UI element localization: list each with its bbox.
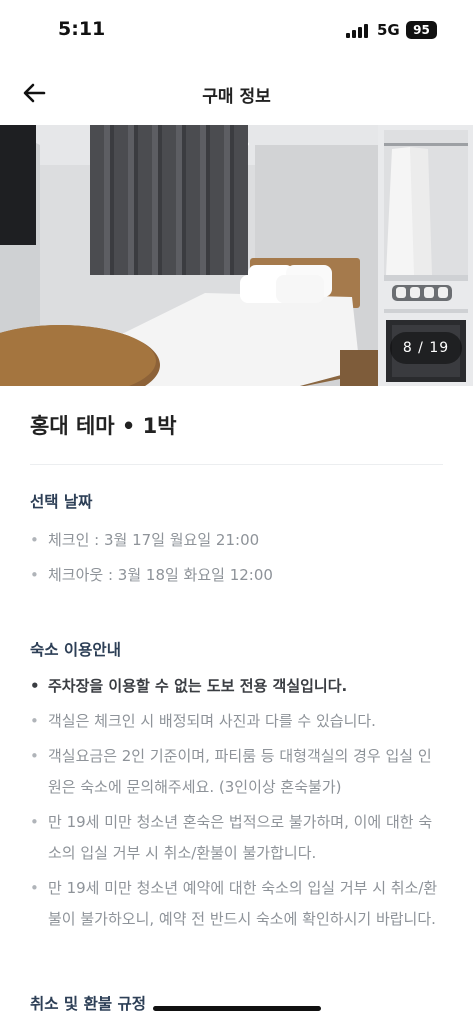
list-item: 주차장을 이용할 수 없는 도보 전용 객실입니다. xyxy=(30,671,443,702)
product-title: 홍대 테마 • 1박 xyxy=(30,414,177,438)
lodging-guide-heading: 숙소 이용안내 xyxy=(30,641,121,659)
status-bar: 5:11 5G 95 xyxy=(0,0,473,62)
cellular-signal-icon xyxy=(346,24,370,38)
lodging-guide-list: 주차장을 이용할 수 없는 도보 전용 객실입니다. 객실은 체크인 시 배정되… xyxy=(30,671,443,935)
cancellation-policy-heading: 취소 및 환불 규정 xyxy=(30,995,147,1013)
header: 구매 정보 xyxy=(0,62,473,124)
page-title: 구매 정보 xyxy=(202,87,271,107)
checkin-date: 체크인 : 3월 17일 월요일 21:00 xyxy=(30,525,443,556)
home-indicator xyxy=(153,1006,321,1011)
divider xyxy=(30,464,443,465)
selected-dates-list: 체크인 : 3월 17일 월요일 21:00 체크아웃 : 3월 18일 화요일… xyxy=(30,525,443,591)
list-item: 객실요금은 2인 기준이며, 파티룸 등 대형객실의 경우 입실 인원은 숙소에… xyxy=(30,741,443,803)
network-type: 5G xyxy=(377,21,400,39)
room-photo-carousel[interactable]: 8 / 19 xyxy=(0,125,473,386)
list-item: 객실은 체크인 시 배정되며 사진과 다를 수 있습니다. xyxy=(30,706,443,737)
battery-icon: 95 xyxy=(406,21,437,39)
status-time: 5:11 xyxy=(58,18,106,40)
list-item: 만 19세 미만 청소년 예약에 대한 숙소의 입실 거부 시 취소/환불이 불… xyxy=(30,873,443,935)
checkout-date: 체크아웃 : 3월 18일 화요일 12:00 xyxy=(30,560,443,591)
photo-counter: 8 / 19 xyxy=(390,332,462,364)
selected-dates-heading: 선택 날짜 xyxy=(30,493,93,511)
list-item: 만 19세 미만 청소년 혼숙은 법적으로 불가하며, 이에 대한 숙소의 입실… xyxy=(30,807,443,869)
